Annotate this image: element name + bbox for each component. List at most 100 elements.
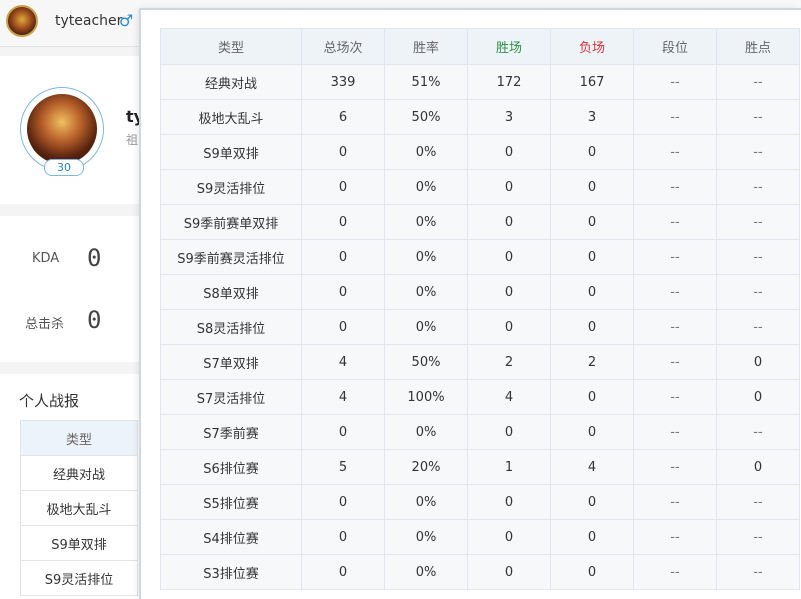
losses-cell: 3 [550,99,634,135]
wins-cell: 0 [467,239,551,275]
type-cell: S5排位赛 [160,484,302,520]
total-games-cell: 0 [301,134,385,170]
wins-cell: 2 [467,344,551,380]
table-row: S4排位赛 0 0% 0 0 -- -- [160,519,800,555]
total-kills-label: 总击杀 [25,317,65,332]
losses-cell: 0 [550,484,634,520]
league-points-cell: -- [716,519,800,555]
total-games-cell: 0 [301,239,385,275]
losses-cell: 0 [550,519,634,555]
rank-cell: -- [633,554,717,590]
losses-cell: 4 [550,449,634,485]
table-row: S9单双排 0 0% 0 0 -- -- [160,134,800,170]
wins-cell: 0 [467,554,551,590]
league-points-cell: 0 [716,379,800,415]
header-wins: 胜场 [467,28,551,65]
league-points-cell: -- [716,414,800,450]
rank-cell: -- [633,344,717,380]
total-games-cell: 0 [301,309,385,345]
user-avatar-small[interactable] [6,5,38,37]
win-rate-cell: 0% [384,169,468,205]
win-rate-cell: 0% [384,414,468,450]
table-header-row: 类型 [20,420,138,456]
type-cell: S4排位赛 [160,519,302,555]
rank-cell: -- [633,274,717,310]
kda-label: KDA [32,251,60,266]
header-rank: 段位 [633,28,717,65]
table-row: S9季前赛单双排 0 0% 0 0 -- -- [160,204,800,240]
ranked-stats-table: 类型 总场次 胜率 胜场 负场 段位 胜点 经典对战 339 51% 172 167 --… [160,28,800,590]
ranked-stats-body: 经典对战 339 51% 172 167 -- -- 极地大乱斗 6 50% 3 3 -- -- S9单双排… [160,64,800,590]
total-kills-value: 0 [87,306,102,334]
table-row: 极地大乱斗 6 50% 3 3 -- -- [160,99,800,135]
league-points-cell: 0 [716,449,800,485]
wins-cell: 0 [467,204,551,240]
table-row: S8单双排 0 0% 0 0 -- -- [160,274,800,310]
table-row: S9灵活排位 [20,560,138,596]
table-cell: 经典对战 [20,455,138,491]
table-row: S7单双排 4 50% 2 2 -- 0 [160,344,800,380]
losses-cell: 0 [550,309,634,345]
total-games-cell: 6 [301,99,385,135]
total-games-cell: 0 [301,274,385,310]
league-points-cell: -- [716,274,800,310]
table-cell: S9灵活排位 [20,560,138,596]
table-row: S6排位赛 5 20% 1 4 -- 0 [160,449,800,485]
rank-cell: -- [633,239,717,275]
losses-cell: 0 [550,169,634,205]
table-row: S9单双排 [20,525,138,561]
league-points-cell: -- [716,554,800,590]
total-games-cell: 5 [301,449,385,485]
table-row: S7灵活排位 4 100% 4 0 -- 0 [160,379,800,415]
personal-report-table: 类型 经典对战 极地大乱斗 S9单双排 S9灵活排位 [20,420,138,596]
losses-cell: 0 [550,554,634,590]
rank-cell: -- [633,134,717,170]
win-rate-cell: 0% [384,274,468,310]
stats-card [0,216,140,362]
total-games-cell: 339 [301,64,385,100]
table-row: S9季前赛灵活排位 0 0% 0 0 -- -- [160,239,800,275]
losses-cell: 2 [550,344,634,380]
column-header: 类型 [20,420,138,456]
level-badge: 30 [44,159,84,176]
kda-value: 0 [87,244,102,272]
league-points-cell: -- [716,134,800,170]
wins-cell: 0 [467,274,551,310]
type-cell: S9单双排 [160,134,302,170]
type-cell: S6排位赛 [160,449,302,485]
league-points-cell: -- [716,204,800,240]
table-row: S9灵活排位 0 0% 0 0 -- -- [160,169,800,205]
losses-cell: 0 [550,274,634,310]
personal-report-title: 个人战报 [19,392,80,410]
win-rate-cell: 0% [384,204,468,240]
rank-cell: -- [633,449,717,485]
win-rate-cell: 0% [384,519,468,555]
rank-cell: -- [633,414,717,450]
username[interactable]: tyteacher [55,13,122,29]
league-points-cell: -- [716,99,800,135]
table-row: 经典对战 [20,455,138,491]
wins-cell: 1 [467,449,551,485]
total-games-cell: 0 [301,484,385,520]
win-rate-cell: 0% [384,554,468,590]
male-gender-icon: ♂ [119,11,134,30]
type-cell: S9季前赛灵活排位 [160,239,302,275]
total-games-cell: 0 [301,414,385,450]
wins-cell: 0 [467,134,551,170]
wins-cell: 0 [467,309,551,345]
win-rate-cell: 50% [384,344,468,380]
league-points-cell: -- [716,239,800,275]
table-row: 极地大乱斗 [20,490,138,526]
rank-cell: -- [633,519,717,555]
wins-cell: 3 [467,99,551,135]
total-games-cell: 4 [301,344,385,380]
type-cell: S9季前赛单双排 [160,204,302,240]
header-league-points: 胜点 [716,28,800,65]
total-games-cell: 0 [301,519,385,555]
summoner-avatar[interactable] [27,94,97,164]
win-rate-cell: 0% [384,484,468,520]
win-rate-cell: 20% [384,449,468,485]
league-points-cell: 0 [716,344,800,380]
league-points-cell: -- [716,309,800,345]
wins-cell: 0 [467,414,551,450]
